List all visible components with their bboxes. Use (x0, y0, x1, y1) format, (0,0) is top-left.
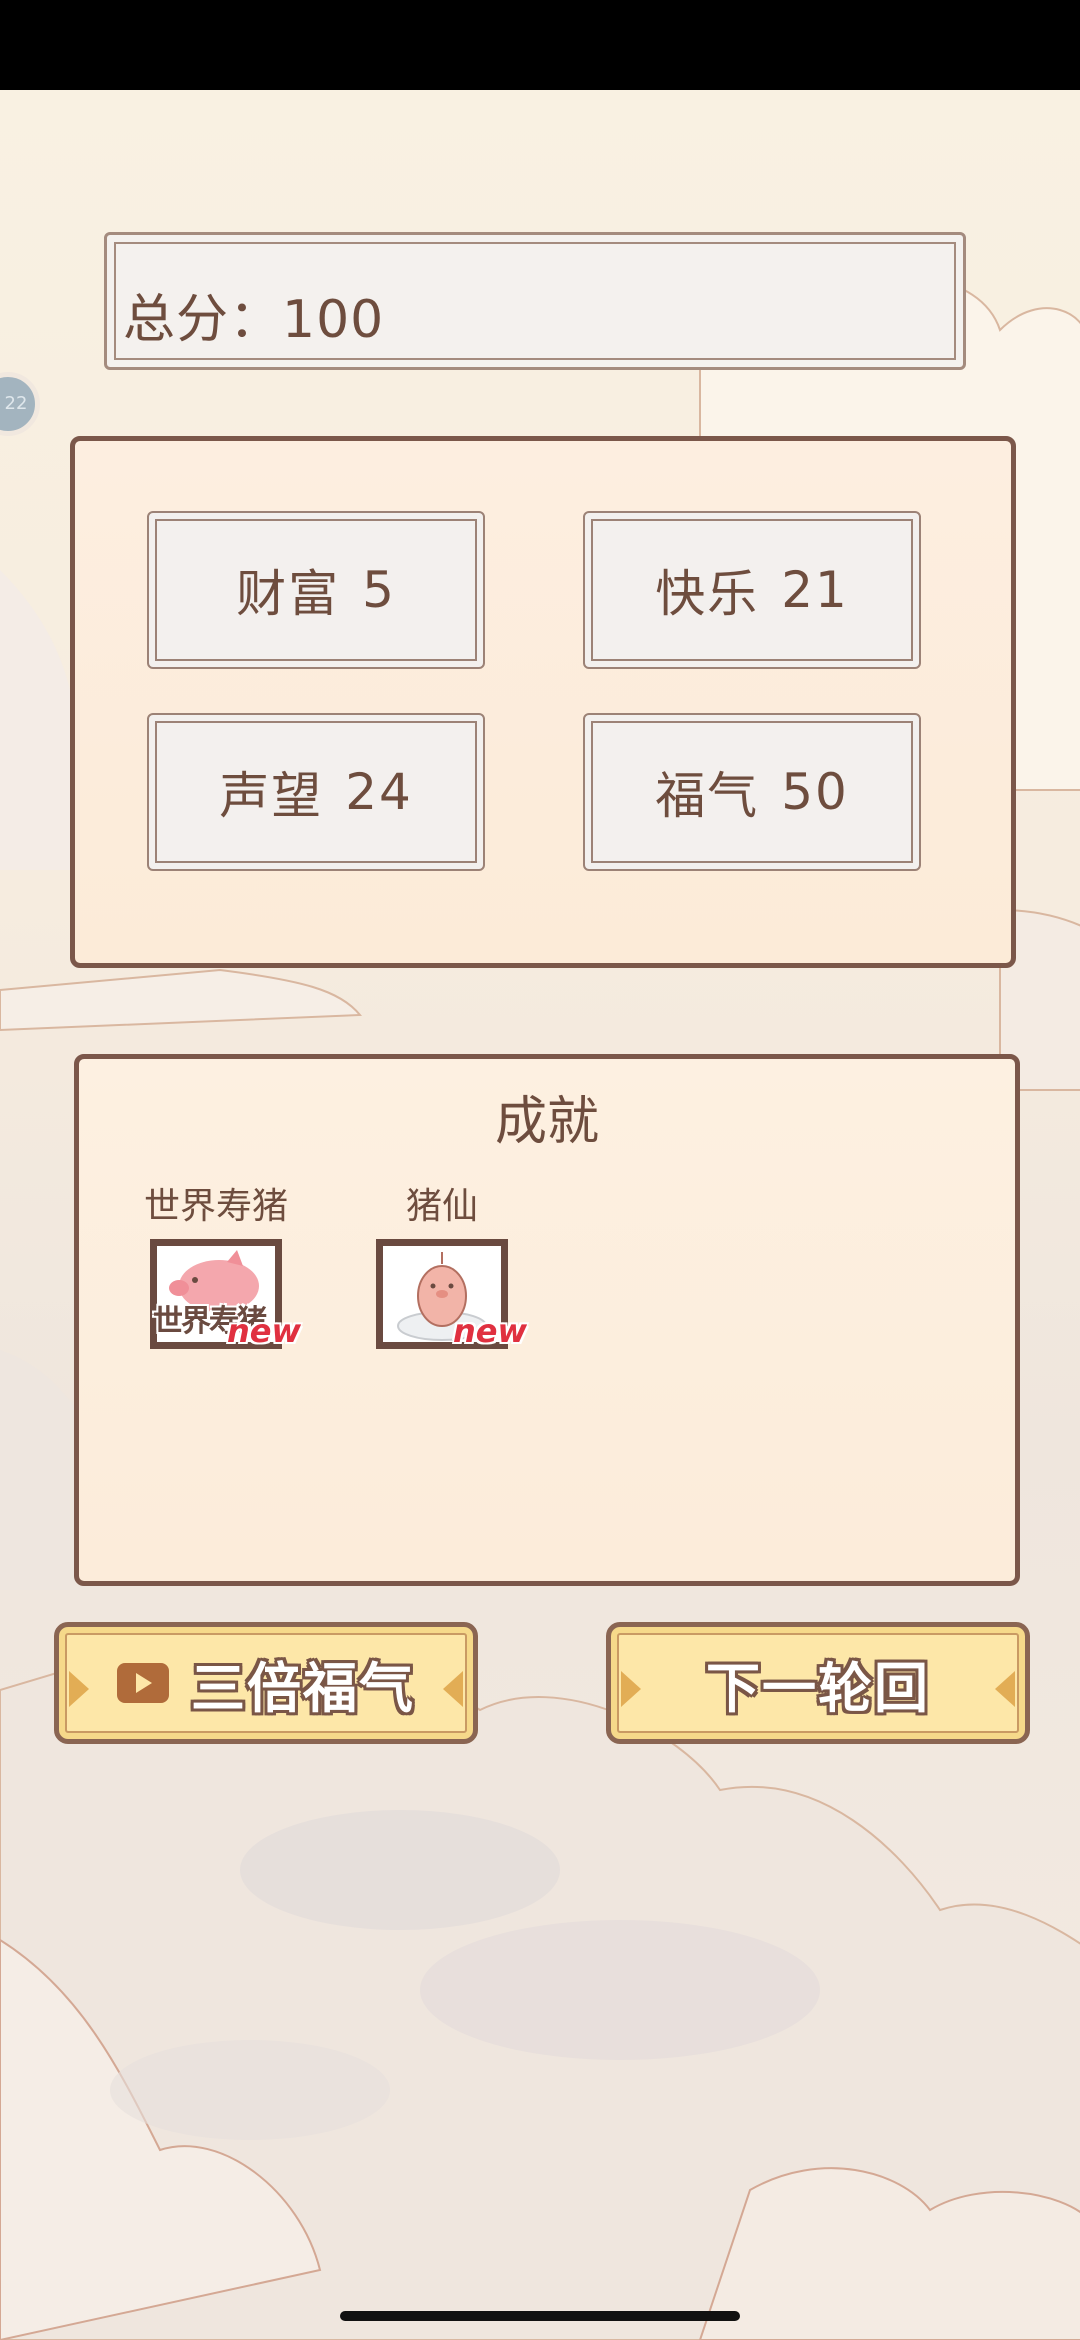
arrow-right-icon (995, 1671, 1015, 1707)
stat-card-happiness: 快乐 21 (583, 511, 921, 669)
triple-fortune-button[interactable]: 三倍福气 (54, 1622, 478, 1744)
stat-name: 福气 (655, 767, 760, 825)
stat-value: 24 (345, 763, 413, 821)
side-bubble-text: 22 (4, 393, 28, 414)
achievements-panel: 成就 世界寿猪 世界寿猪 new 猪仙 new (74, 1054, 1020, 1586)
total-score-box: 总分：100 (104, 232, 966, 370)
stat-name: 财富 (236, 565, 341, 623)
home-indicator[interactable] (340, 2311, 740, 2321)
achievement-item[interactable]: 世界寿猪 世界寿猪 new (131, 1177, 301, 1350)
next-cycle-label: 下一轮回 (706, 1656, 930, 1720)
pig-immortal-icon: new (376, 1239, 527, 1350)
stat-name: 声望 (219, 767, 324, 825)
arrow-left-icon (69, 1671, 89, 1707)
new-badge: new (226, 1312, 301, 1350)
arrow-right-icon (443, 1671, 463, 1707)
stats-panel: 财富 5 快乐 21 声望 24 福气 50 (70, 436, 1016, 968)
stat-card-reputation: 声望 24 (147, 713, 485, 871)
next-cycle-button[interactable]: 下一轮回 (606, 1622, 1030, 1744)
triple-fortune-label: 三倍福气 (191, 1656, 415, 1720)
status-bar (0, 0, 1080, 90)
achievement-label: 世界寿猪 (143, 1186, 288, 1227)
stat-card-fortune: 福气 50 (583, 713, 921, 871)
video-ad-icon (117, 1663, 169, 1703)
arrow-left-icon (621, 1671, 641, 1707)
stat-value: 21 (781, 561, 849, 619)
achievement-label: 猪仙 (405, 1186, 478, 1227)
stat-card-wealth: 财富 5 (147, 511, 485, 669)
total-score: 总分：100 (123, 290, 385, 350)
achievement-item[interactable]: 猪仙 new (357, 1177, 527, 1350)
pink-pig-icon: 世界寿猪 new (150, 1239, 301, 1350)
new-badge: new (452, 1312, 527, 1350)
stat-name: 快乐 (655, 565, 760, 623)
stat-value: 50 (781, 763, 849, 821)
stat-value: 5 (362, 561, 396, 619)
achievements-title: 成就 (494, 1092, 599, 1152)
